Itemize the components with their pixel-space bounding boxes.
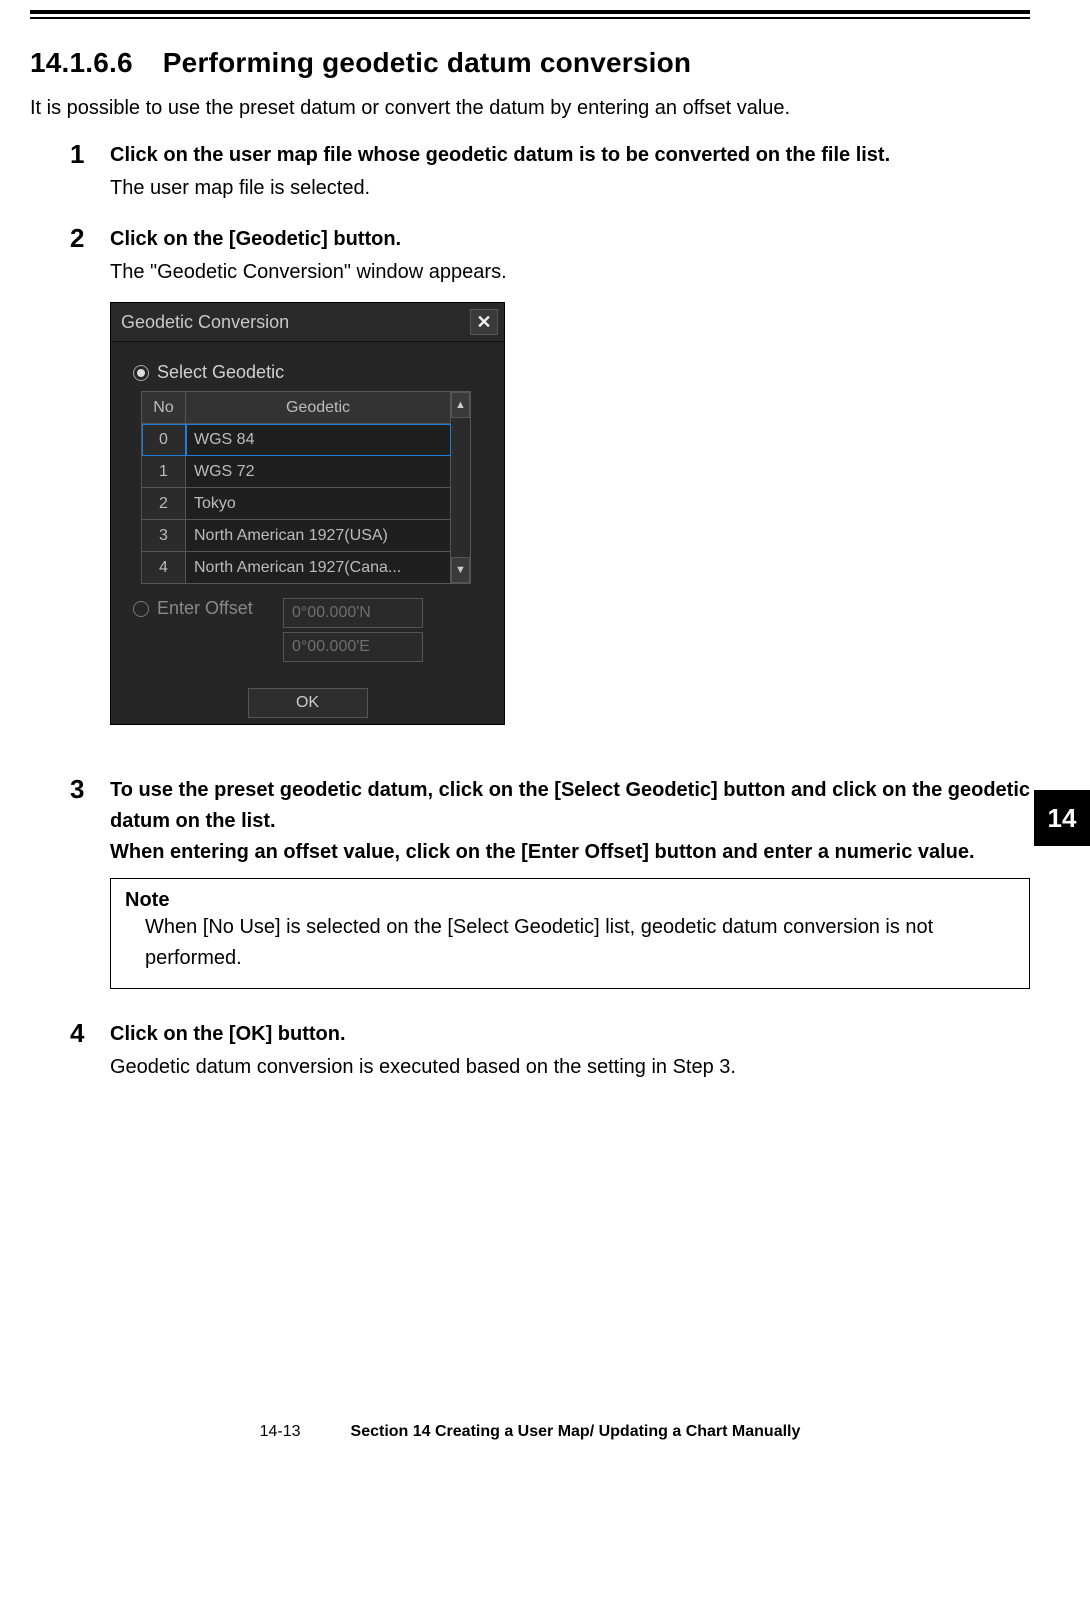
step-number: 4	[70, 1019, 110, 1083]
step-number: 3	[70, 775, 110, 989]
side-chapter-number: 14	[1048, 803, 1077, 834]
step-number: 1	[70, 140, 110, 204]
note-box: Note When [No Use] is selected on the [S…	[110, 878, 1030, 989]
geodetic-conversion-dialog: Geodetic Conversion ✕ Select Geodetic	[110, 302, 505, 725]
radio-icon	[133, 601, 149, 617]
cell-no: 3	[142, 520, 186, 552]
side-chapter-tab: 14	[1034, 790, 1090, 846]
cell-name: North American 1927(Cana...	[186, 552, 451, 584]
close-icon: ✕	[476, 312, 491, 333]
offset-e-input[interactable]	[283, 632, 423, 662]
note-text: When [No Use] is selected on the [Select…	[125, 912, 1015, 974]
step-4: 4 Click on the [OK] button. Geodetic dat…	[70, 1019, 1030, 1083]
page-number: 14-13	[260, 1423, 301, 1441]
table-row[interactable]: 3 North American 1927(USA)	[142, 520, 451, 552]
cell-no: 4	[142, 552, 186, 584]
table-row[interactable]: 4 North American 1927(Cana...	[142, 552, 451, 584]
intro-text: It is possible to use the preset datum o…	[30, 97, 1030, 120]
dialog-titlebar: Geodetic Conversion ✕	[111, 303, 504, 342]
section-number: 14.1.6.6	[30, 47, 133, 79]
enter-offset-label: Enter Offset	[157, 598, 253, 619]
select-geodetic-label: Select Geodetic	[157, 362, 284, 383]
note-label: Note	[125, 889, 1015, 912]
geodetic-table[interactable]: No Geodetic 0 WGS 84 1 WGS 72	[141, 391, 451, 584]
step-title: When entering an offset value, click on …	[110, 837, 1030, 868]
section-title: Performing geodetic datum conversion	[163, 47, 691, 78]
col-geodetic-header: Geodetic	[186, 392, 451, 424]
chevron-up-icon: ▲	[455, 399, 466, 411]
close-button[interactable]: ✕	[470, 309, 498, 335]
footer-section: Section 14 Creating a User Map/ Updating…	[351, 1423, 801, 1441]
dialog-title: Geodetic Conversion	[121, 312, 289, 333]
scrollbar[interactable]: ▲ ▼	[451, 391, 471, 584]
cell-name: WGS 84	[186, 424, 451, 456]
cell-name: North American 1927(USA)	[186, 520, 451, 552]
step-2: 2 Click on the [Geodetic] button. The "G…	[70, 224, 1030, 755]
table-row[interactable]: 2 Tokyo	[142, 488, 451, 520]
step-title: Click on the user map file whose geodeti…	[110, 140, 1030, 171]
select-geodetic-radio[interactable]: Select Geodetic	[133, 362, 490, 383]
cell-no: 2	[142, 488, 186, 520]
cell-name: WGS 72	[186, 456, 451, 488]
page-footer: 14-13 Section 14 Creating a User Map/ Up…	[30, 1423, 1030, 1441]
offset-n-input[interactable]	[283, 598, 423, 628]
table-row[interactable]: 1 WGS 72	[142, 456, 451, 488]
col-no-header: No	[142, 392, 186, 424]
step-title: Click on the [OK] button.	[110, 1019, 1030, 1050]
radio-icon	[133, 365, 149, 381]
step-title: To use the preset geodetic datum, click …	[110, 775, 1030, 837]
step-desc: The "Geodetic Conversion" window appears…	[110, 257, 1030, 288]
step-desc: Geodetic datum conversion is executed ba…	[110, 1052, 1030, 1083]
step-3: 3 To use the preset geodetic datum, clic…	[70, 775, 1030, 989]
ok-button[interactable]: OK	[248, 688, 368, 718]
step-desc: The user map file is selected.	[110, 173, 1030, 204]
chevron-down-icon: ▼	[455, 564, 466, 576]
step-title: Click on the [Geodetic] button.	[110, 224, 1030, 255]
dialog-screenshot: Geodetic Conversion ✕ Select Geodetic	[110, 302, 1030, 725]
enter-offset-radio[interactable]: Enter Offset	[133, 598, 283, 619]
scroll-down-button[interactable]: ▼	[451, 557, 470, 583]
table-row[interactable]: 0 WGS 84	[142, 424, 451, 456]
cell-no: 0	[142, 424, 186, 456]
step-1: 1 Click on the user map file whose geode…	[70, 140, 1030, 204]
header-rules	[30, 0, 1030, 19]
table-header-row: No Geodetic	[142, 392, 451, 424]
cell-name: Tokyo	[186, 488, 451, 520]
cell-no: 1	[142, 456, 186, 488]
scroll-up-button[interactable]: ▲	[451, 392, 470, 418]
step-number: 2	[70, 224, 110, 755]
section-heading: 14.1.6.6 Performing geodetic datum conve…	[30, 47, 1030, 79]
